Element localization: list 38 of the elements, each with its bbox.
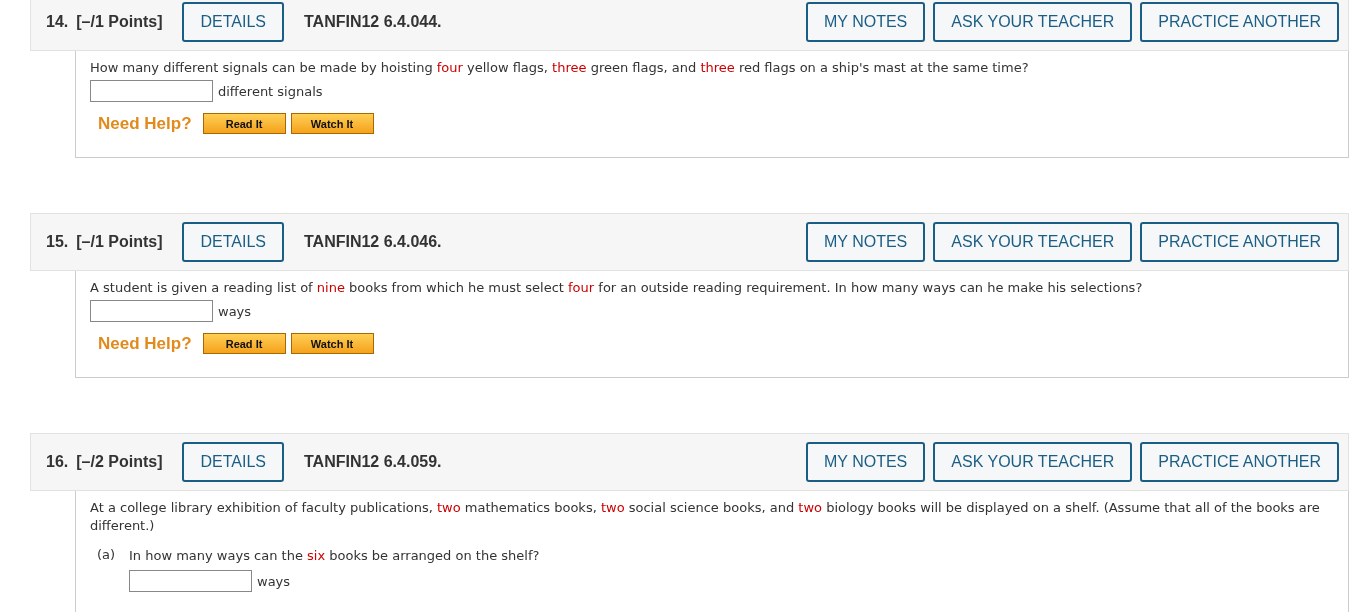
action-button[interactable]: PRACTICE ANOTHER — [1140, 442, 1339, 482]
details-button[interactable]: DETAILS — [182, 222, 284, 262]
action-button[interactable]: PRACTICE ANOTHER — [1140, 2, 1339, 42]
problem-number: 16. — [46, 453, 69, 471]
action-button[interactable]: ASK YOUR TEACHER — [933, 442, 1133, 482]
points-label: [–/1 Points] — [76, 13, 163, 31]
help-button[interactable]: Watch It — [290, 333, 374, 354]
points-label: [–/2 Points] — [76, 453, 163, 471]
unit-label: ways — [218, 303, 252, 319]
need-help-label: Need Help? — [98, 333, 192, 354]
details-button[interactable]: DETAILS — [182, 2, 284, 42]
problem-number: 15. — [46, 233, 69, 251]
question-text: In how many ways can the six books be arranged on the shelf? — [129, 547, 540, 565]
help-button[interactable]: Read It — [202, 113, 286, 134]
unit-label: ways — [257, 573, 291, 589]
problem-code: TANFIN12 6.4.059. — [304, 453, 442, 471]
answer-field[interactable] — [129, 570, 252, 592]
problem-number: 14. — [46, 13, 69, 31]
answer-field[interactable] — [90, 80, 213, 102]
question-text: At a college library exhibition of faculty publications, two mathematics books, two social science books, and two biology books will be displayed on a shelf. (Assume that all of the books are different.) — [90, 499, 1321, 535]
question-text: A student is given a reading list of nine books from which he must select four for an outside reading requirement. In how many ways can he make his selections? — [90, 279, 1144, 297]
points-label: [–/1 Points] — [76, 233, 163, 251]
need-help-label: Need Help? — [98, 113, 192, 134]
action-button[interactable]: ASK YOUR TEACHER — [933, 222, 1133, 262]
details-button[interactable]: DETAILS — [182, 442, 284, 482]
problem-code: TANFIN12 6.4.044. — [304, 13, 442, 31]
help-button[interactable]: Watch It — [290, 113, 374, 134]
unit-label: different signals — [218, 83, 323, 99]
action-button[interactable]: MY NOTES — [806, 2, 926, 42]
action-button[interactable]: PRACTICE ANOTHER — [1140, 222, 1339, 262]
question-text: How many different signals can be made by hoisting four yellow flags, three green flags, and three red flags on a ship's mast at the same time? — [90, 59, 1030, 77]
answer-field[interactable] — [90, 300, 213, 322]
problem-code: TANFIN12 6.4.046. — [304, 233, 442, 251]
action-button[interactable]: MY NOTES — [806, 442, 926, 482]
help-button[interactable]: Read It — [202, 333, 286, 354]
action-button[interactable]: ASK YOUR TEACHER — [933, 2, 1133, 42]
action-button[interactable]: MY NOTES — [806, 222, 926, 262]
part-label: (a) — [97, 547, 117, 564]
